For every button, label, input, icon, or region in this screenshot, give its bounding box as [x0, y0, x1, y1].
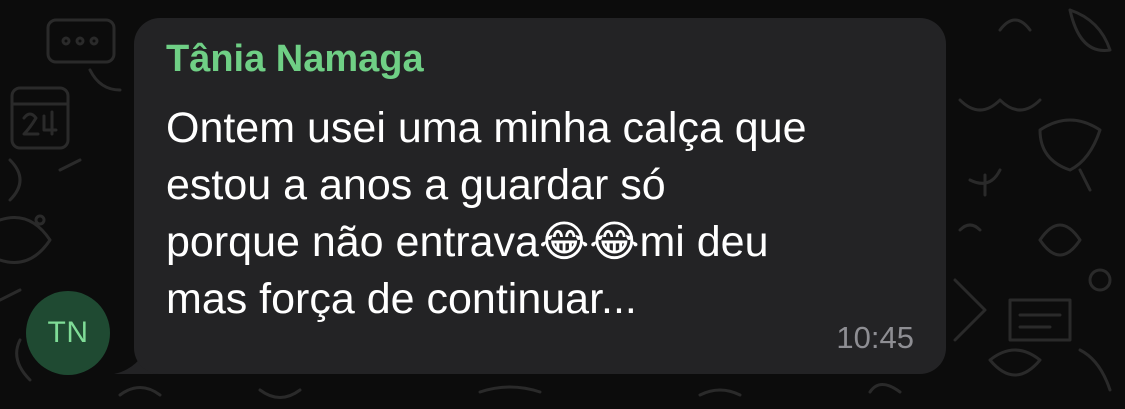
note-doodle-icon	[1008, 298, 1072, 342]
wave-doodle-icon	[958, 98, 1042, 112]
calendar-doodle-icon	[10, 86, 70, 150]
chat-background: TN Tânia Namaga Ontem usei uma minha cal…	[0, 0, 1125, 409]
sender-name[interactable]: Tânia Namaga	[166, 38, 424, 81]
chat-doodle-icon	[46, 18, 116, 64]
avatar-initials: TN	[47, 316, 89, 349]
cloud-doodle-icon	[1038, 118, 1102, 172]
sender-avatar[interactable]: TN	[26, 291, 110, 375]
message-bubble[interactable]: Tânia Namaga Ontem usei uma minha calça …	[134, 18, 946, 374]
ball-doodle-icon	[1068, 8, 1112, 52]
heart-doodle-icon	[1038, 223, 1082, 257]
message-text: Ontem usei uma minha calça que estou a a…	[166, 104, 807, 323]
message-timestamp: 10:45	[836, 320, 914, 355]
